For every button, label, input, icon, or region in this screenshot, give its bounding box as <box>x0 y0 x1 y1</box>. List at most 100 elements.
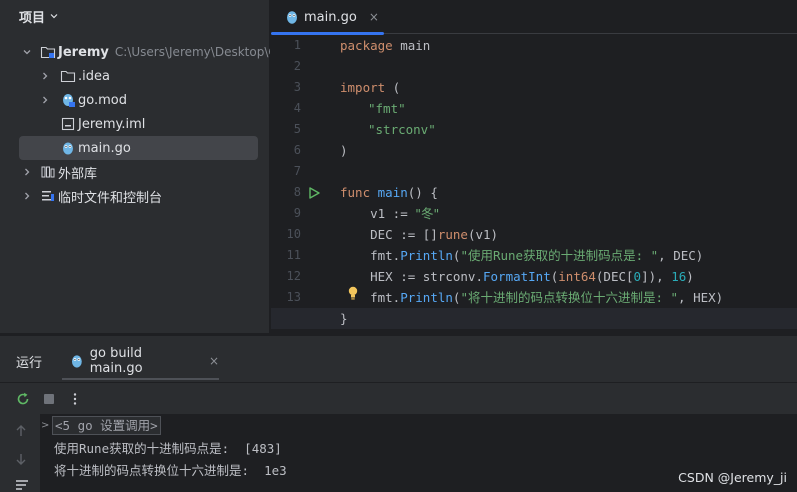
line-number: 4 <box>293 101 301 115</box>
project-panel: 项目 Jeremy C:\Users\Jeremy\Desktop\G .ide… <box>0 0 270 333</box>
code-text: , HEX) <box>678 290 724 305</box>
code-text: () { <box>407 185 438 200</box>
run-panel-title: 运行 <box>16 356 43 371</box>
run-gutter-icon[interactable] <box>307 186 321 200</box>
chevron-down-icon[interactable] <box>22 47 32 57</box>
function-name: FormatInt <box>483 269 551 284</box>
line-number: 10 <box>286 227 301 241</box>
code-text: main <box>392 38 431 53</box>
string-literal: "fmt" <box>368 101 406 116</box>
line-number: 9 <box>293 206 301 220</box>
tree-label: Jeremy.iml <box>78 116 146 132</box>
builtin-type: rune <box>437 227 468 242</box>
line-number: 8 <box>293 185 301 199</box>
tab-label: main.go <box>304 9 357 25</box>
function-name: Println <box>400 290 453 305</box>
chevron-right-icon[interactable]: > <box>41 420 49 431</box>
line-number: 7 <box>293 164 301 178</box>
code-text: DEC := [] <box>340 227 438 242</box>
library-icon <box>40 164 56 180</box>
tab-main-go[interactable]: main.go × <box>271 0 384 35</box>
chevron-right-icon[interactable] <box>40 95 50 105</box>
more-options-icon[interactable] <box>64 388 86 410</box>
editor[interactable]: main.go × 1 2 3 4 5 6 7 8 9 10 11 12 13 … <box>271 0 797 333</box>
code-line: HEX := strconv.FormatInt(int64(DEC[0]), … <box>340 266 694 287</box>
string-literal: "使用Rune获取的十进制码点是: " <box>460 248 659 263</box>
chevron-right-icon[interactable] <box>22 191 32 201</box>
arrow-up-icon[interactable] <box>15 424 27 442</box>
builtin-type: int64 <box>558 269 596 284</box>
number-literal: 16 <box>671 269 687 284</box>
code-text: (v1) <box>467 227 499 242</box>
code-area[interactable]: package main import ( "fmt" "strconv" ) … <box>271 35 797 333</box>
go-file-icon <box>60 140 76 156</box>
run-tab[interactable]: go build main.go × <box>62 344 219 380</box>
tree-label: Jeremy <box>58 44 109 60</box>
rerun-icon[interactable] <box>12 388 34 410</box>
run-side-toolbar <box>0 414 40 492</box>
line-number: 3 <box>293 80 301 94</box>
stop-icon[interactable] <box>38 388 60 410</box>
run-panel: 运行 go build main.go × > <5 go 设置调用> 使用Ru… <box>0 335 797 492</box>
code-text: v1 := <box>340 206 416 221</box>
code-text: (DEC[ <box>595 269 634 284</box>
code-text: ) <box>340 143 348 158</box>
console-line: 将十进制的码点转换位十六进制是: 1e3 <box>54 463 287 478</box>
code-text: ( <box>385 80 401 95</box>
chevron-right-icon[interactable] <box>22 167 32 177</box>
code-text: ]), <box>641 269 672 284</box>
tree-label: go.mod <box>78 92 127 108</box>
close-icon[interactable]: × <box>369 10 379 24</box>
tree-item-main-go[interactable]: main.go <box>19 136 258 160</box>
line-number: 5 <box>293 122 301 136</box>
code-line: ) <box>340 140 348 161</box>
code-line: fmt.Println("使用Rune获取的十进制码点是: ", DEC) <box>340 245 703 266</box>
gomod-icon <box>60 92 76 108</box>
project-title: 项目 <box>19 10 46 26</box>
code-line-current: } <box>271 308 797 329</box>
arrow-down-icon[interactable] <box>15 452 27 470</box>
line-number-gutter: 1 2 3 4 5 6 7 8 9 10 11 12 13 14 <box>271 35 335 333</box>
code-line: import ( <box>340 77 400 98</box>
soft-wrap-icon[interactable] <box>15 478 29 492</box>
folder-icon <box>60 68 76 84</box>
line-number: 12 <box>286 269 301 283</box>
tree-label: 外部库 <box>58 166 98 182</box>
tree-item-jeremy[interactable]: Jeremy C:\Users\Jeremy\Desktop\G <box>0 40 270 64</box>
code-text: fmt. <box>340 248 401 263</box>
tree-item-jeremy-iml[interactable]: Jeremy.iml <box>0 112 270 136</box>
run-toolbar <box>0 382 797 414</box>
keyword: func <box>340 185 371 200</box>
code-line: DEC := []rune(v1) <box>340 224 498 245</box>
code-text: HEX := strconv. <box>340 269 483 284</box>
string-literal: "strconv" <box>368 122 436 137</box>
tree-item-gomod[interactable]: go.mod <box>0 88 270 112</box>
project-header[interactable]: 项目 <box>19 6 58 26</box>
line-number: 2 <box>293 59 301 73</box>
code-line: func main() { <box>340 182 438 203</box>
tree-item-external-libraries[interactable]: 外部库 <box>0 160 270 184</box>
tree-label: .idea <box>78 68 110 84</box>
go-file-icon <box>71 355 82 368</box>
console-command[interactable]: <5 go 设置调用> <box>52 416 161 435</box>
code-line: "fmt" <box>340 98 406 119</box>
code-text: ) <box>686 269 694 284</box>
code-line: package main <box>340 35 430 56</box>
function-name: main <box>377 185 408 200</box>
code-text: } <box>340 311 348 326</box>
scratches-icon <box>40 188 56 204</box>
tree-item-idea[interactable]: .idea <box>0 64 270 88</box>
tree-item-scratches[interactable]: 临时文件和控制台 <box>0 184 270 208</box>
chevron-down-icon <box>50 14 58 19</box>
line-number: 13 <box>286 290 301 304</box>
close-icon[interactable]: × <box>209 354 219 368</box>
code-line: fmt.Println("将十进制的码点转换位十六进制是: ", HEX) <box>340 287 723 308</box>
line-number: 6 <box>293 143 301 157</box>
chevron-right-icon[interactable] <box>40 71 50 81</box>
string-literal: "将十进制的码点转换位十六进制是: " <box>460 290 679 305</box>
console-line: 使用Rune获取的十进制码点是: [483] <box>54 441 282 456</box>
go-file-icon <box>287 11 297 24</box>
folder-module-icon <box>40 44 56 60</box>
code-line: "strconv" <box>340 119 436 140</box>
watermark: CSDN @Jeremy_ji <box>678 470 787 485</box>
